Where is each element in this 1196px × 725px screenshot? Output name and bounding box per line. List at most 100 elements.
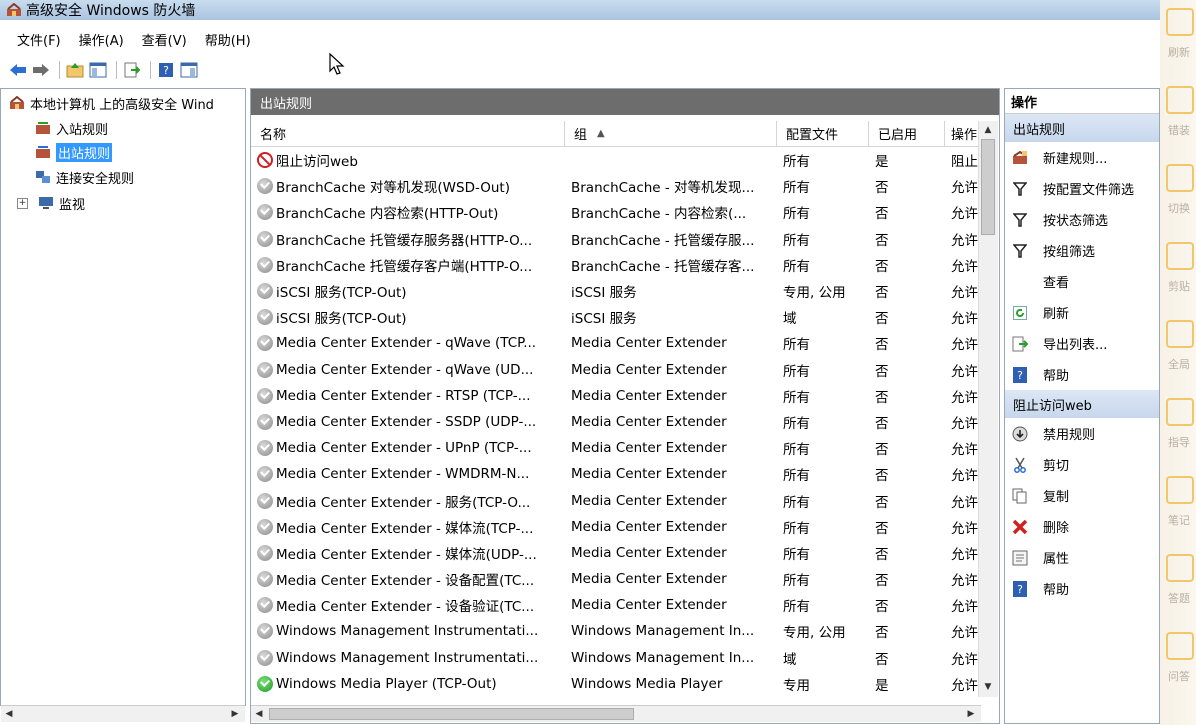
rule-name: Media Center Extender - qWave (UD... [276,361,534,378]
cell-group: Media Center Extender [571,440,727,457]
scroll-up-icon[interactable]: ▲ [980,122,996,138]
tree-item-connection-security-rules[interactable]: 连接安全规则 [35,167,134,187]
tree-horizontal-scrollbar[interactable]: ◀ ▶ [1,705,245,722]
action-item[interactable]: 剪切 [1005,449,1159,480]
action-label: 帮助 [1043,583,1070,598]
table-row[interactable]: Media Center Extender - RTSP (TCP-... Med… [251,383,981,409]
action-label: 查看 [1043,276,1070,291]
actions-section-outbound[interactable]: 出站规则 [1005,114,1159,142]
help-icon: ? [1011,580,1029,598]
scroll-thumb[interactable] [981,139,995,235]
table-row[interactable]: iSCSI 服务(TCP-Out) iSCSI 服务 域 否 允许 [251,304,981,330]
action-item[interactable]: 查看 [1005,266,1159,297]
cell-enabled: 否 [875,546,889,563]
outbound-rules-icon [36,146,50,158]
desktop-shortcut-icon[interactable] [1166,242,1194,270]
desktop-shortcut-icon[interactable] [1166,164,1194,192]
scroll-right-icon[interactable]: ▶ [963,706,979,722]
table-row[interactable]: Media Center Extender - 设备验证(TC... Media … [251,592,981,618]
cell-profile: 所有 [783,389,810,406]
action-item[interactable]: 新建规则... [1005,142,1159,173]
action-item[interactable]: 按配置文件筛选 [1005,173,1159,204]
action-item[interactable]: 属性 [1005,542,1159,573]
table-row[interactable]: Media Center Extender - UPnP (TCP-... Med… [251,435,981,461]
menu-file[interactable]: 文件(F) [0,30,70,49]
table-row[interactable]: BranchCache 对等机发现(WSD-Out) BranchCache - … [251,173,981,199]
table-row[interactable]: Windows Management Instrumentati... Windo… [251,645,981,671]
scroll-left-icon[interactable]: ◀ [251,706,267,722]
scroll-down-icon[interactable]: ▼ [980,679,996,695]
action-item[interactable]: 导出列表... [1005,328,1159,359]
forward-arrow-icon[interactable] [31,60,51,80]
rules-vertical-scrollbar[interactable]: ▲ ▼ [978,121,998,697]
column-header-name[interactable]: 名称 [251,121,565,146]
action-item[interactable]: 按状态筛选 [1005,204,1159,235]
table-row[interactable]: 阻止访问web 所有 是 阻止 [251,147,981,173]
scroll-right-icon[interactable]: ▶ [227,706,243,722]
expand-icon[interactable]: + [17,197,28,209]
table-row[interactable]: Media Center Extender - SSDP (UDP-... Med… [251,409,981,435]
column-header-action[interactable]: 操作 [945,121,981,146]
desktop-shortcut-icon[interactable] [1166,8,1194,36]
table-row[interactable]: BranchCache 托管缓存客户端(HTTP-O... BranchCache… [251,252,981,278]
desktop-shortcut-icon[interactable] [1166,554,1194,582]
table-row[interactable]: Windows Management Instrumentati... Windo… [251,618,981,644]
back-arrow-icon[interactable] [8,60,28,80]
desktop-shortcut-icon[interactable] [1166,632,1194,660]
table-row[interactable]: Media Center Extender - qWave (UD... Medi… [251,357,981,383]
action-item[interactable]: 按组筛选 [1005,235,1159,266]
desktop-shortcut-icon[interactable] [1166,398,1194,426]
action-item[interactable]: 复制 [1005,480,1159,511]
export-icon[interactable] [122,60,142,80]
action-label: 按组筛选 [1043,245,1096,260]
tree-item-outbound-rules[interactable]: 出站规则 [35,142,113,162]
menu-help[interactable]: 帮助(H) [196,30,260,49]
action-item[interactable]: ? 帮助 [1005,573,1159,604]
action-label: 删除 [1043,521,1070,536]
table-row[interactable]: Media Center Extender - qWave (TCP... Med… [251,330,981,356]
cell-enabled: 否 [875,285,889,302]
help-icon[interactable]: ? [156,60,176,80]
cell-action: 允许 [951,232,978,249]
column-header-group[interactable]: 组 ▲ [565,121,777,146]
show-hide-tree-icon[interactable] [88,60,108,80]
column-header-enabled[interactable]: 已启用 [869,121,945,146]
tree-item-monitoring[interactable]: + 监视 [17,193,85,213]
actions-section-selected-rule[interactable]: 阻止访问web [1005,390,1159,418]
desktop-shortcut-icon[interactable] [1166,320,1194,348]
cell-action: 允许 [951,311,978,328]
table-row[interactable]: Media Center Extender - 媒体流(TCP-... Media… [251,514,981,540]
action-item[interactable]: 禁用规则 [1005,418,1159,449]
actions-list-selected-rule: 禁用规则 剪切 复制删除属性? 帮助 [1005,418,1159,604]
scroll-left-icon[interactable]: ◀ [1,706,17,722]
tree-item-inbound-rules[interactable]: 入站规则 [35,118,108,138]
table-row[interactable]: Windows Media Player (TCP-Out) Windows Me… [251,671,981,697]
disabled-rule-icon [257,518,273,535]
cell-action: 允许 [951,625,978,642]
table-row[interactable]: Media Center Extender - 服务(TCP-O... Media… [251,487,981,513]
up-folder-icon[interactable] [65,60,85,80]
tree-root[interactable]: 本地计算机 上的高级安全 Wind [9,93,214,113]
table-row[interactable]: Media Center Extender - 设备配置(TC... Media … [251,566,981,592]
rules-horizontal-scrollbar[interactable]: ◀ ▶ [251,705,981,722]
table-row[interactable]: iSCSI 服务(TCP-Out) iSCSI 服务 专用, 公用 否 允许 [251,278,981,304]
action-item[interactable]: 刷新 [1005,297,1159,328]
show-hide-action-pane-icon[interactable] [179,60,199,80]
desktop-shortcut-icon[interactable] [1166,86,1194,114]
action-item[interactable]: 删除 [1005,511,1159,542]
table-row[interactable]: BranchCache 托管缓存服务器(HTTP-O... BranchCache… [251,226,981,252]
table-row[interactable]: BranchCache 内容检索(HTTP-Out) BranchCache - … [251,199,981,225]
disable-icon [1011,425,1029,443]
scroll-thumb[interactable] [269,708,634,720]
action-item[interactable]: ? 帮助 [1005,359,1159,390]
menu-view[interactable]: 查看(V) [133,30,196,49]
cell-name: Media Center Extender - 服务(TCP-O... [251,491,565,511]
desktop-shortcut-icon[interactable] [1166,476,1194,504]
column-header-profile[interactable]: 配置文件 [777,121,869,146]
block-rule-icon [257,152,273,169]
table-row[interactable]: Media Center Extender - 媒体流(UDP-... Media… [251,540,981,566]
table-row[interactable]: Media Center Extender - WMDRM-N... Media … [251,461,981,487]
rule-name: Media Center Extender - WMDRM-N... [276,466,530,483]
cell-enabled: 否 [875,573,889,590]
menu-action[interactable]: 操作(A) [70,30,133,49]
